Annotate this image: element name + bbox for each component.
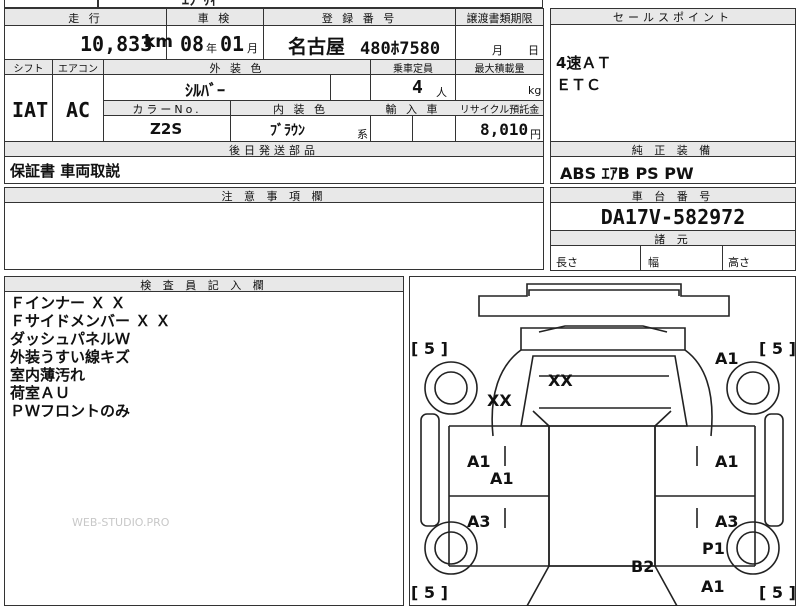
damage-mark: A1 bbox=[490, 469, 514, 488]
aircon-label: エアコン bbox=[58, 64, 98, 75]
windshield-outline bbox=[526, 565, 678, 606]
tire-mark-fl: [ 5 ] bbox=[411, 583, 448, 602]
inspector-note: Ｆサイドメンバー Ｘ Ｘ bbox=[10, 312, 171, 330]
sales-point-header: セールスポイント bbox=[551, 9, 795, 25]
color-no-value: Z2S bbox=[150, 120, 183, 138]
genuine-equipment-header: 純 正 装 備 bbox=[551, 142, 795, 157]
length-label: 長さ bbox=[556, 256, 578, 269]
inspection-label: 車 検 bbox=[197, 12, 233, 25]
year-unit: 年 bbox=[206, 42, 217, 55]
recycle-label: リサイクル預託金 bbox=[459, 105, 540, 116]
mileage-unit: km bbox=[144, 32, 174, 52]
tire-mark-rr: [ 5 ] bbox=[759, 339, 796, 358]
inspector-notes-header: 検 査 員 記 入 欄 bbox=[5, 277, 403, 292]
top-strip-left bbox=[4, 0, 98, 8]
transfer-deadline-label: 譲渡書類期限 bbox=[466, 12, 533, 25]
chassis-header: 車 台 番 号 bbox=[551, 188, 795, 203]
color-no-label: カラーNo. bbox=[132, 103, 202, 116]
deadline-month-unit: 月 bbox=[492, 44, 503, 57]
damage-mark: XX bbox=[548, 371, 573, 390]
damage-mark: P1 bbox=[702, 539, 725, 558]
width-label: 幅 bbox=[648, 256, 659, 269]
capacity-value: 4 bbox=[412, 77, 423, 98]
chassis-number-value: DA17V-582972 bbox=[600, 205, 746, 229]
inspector-note: 室内薄汚れ bbox=[10, 366, 86, 384]
deadline-day-unit: 日 bbox=[528, 44, 539, 57]
yen-unit: 円 bbox=[530, 128, 541, 141]
caution-header: 注 意 事 項 欄 bbox=[5, 188, 543, 203]
max-load-unit: kg bbox=[528, 84, 542, 97]
tire-mark-fr: [ 5 ] bbox=[759, 583, 796, 602]
sales-point-1: 4速ＡＴ bbox=[556, 54, 612, 72]
inspector-note: ＰＷフロントのみ bbox=[10, 402, 131, 420]
inspector-note: ダッシュパネルＷ bbox=[10, 330, 131, 348]
genuine-equipment-value: ABS ｴｱB PS PW bbox=[560, 164, 694, 183]
damage-mark: A3 bbox=[715, 512, 739, 531]
inspector-notes-list: Ｆインナー Ｘ Ｘ Ｆサイドメンバー Ｘ Ｘ ダッシュパネルＷ 外装うすい線キズ… bbox=[10, 294, 170, 420]
capacity-label: 乗車定員 bbox=[393, 64, 433, 75]
shift-value: IAT bbox=[12, 98, 49, 122]
recycle-fee-value: 8,010 bbox=[480, 120, 529, 139]
damage-mark: A1 bbox=[715, 452, 739, 471]
sales-point-2: ＥＴＣ bbox=[556, 76, 602, 94]
inspection-year: 08 bbox=[180, 32, 205, 56]
exterior-color-value: ｼﾙﾊﾞｰ bbox=[185, 81, 226, 100]
top-strip-mid bbox=[98, 0, 543, 8]
mileage-label: 走 行 bbox=[68, 12, 103, 25]
import-label: 輸 入 車 bbox=[385, 103, 441, 116]
damage-mark: A1 bbox=[701, 577, 725, 596]
shipping-parts-value: 保証書 車両取説 bbox=[10, 162, 121, 180]
inspection-month: 01 bbox=[220, 32, 245, 56]
month-unit: 月 bbox=[247, 42, 258, 55]
mileage-value: 10,833 bbox=[80, 32, 153, 56]
aircon-value: AC bbox=[66, 98, 91, 122]
damage-mark: A3 bbox=[467, 512, 491, 531]
interior-color-label: 内 装 色 bbox=[273, 103, 328, 116]
damage-mark: B2 bbox=[631, 557, 654, 576]
roof-outline bbox=[520, 355, 688, 427]
plate-number: 480ﾎ7580 bbox=[360, 39, 441, 59]
rear-bumper-outline bbox=[478, 283, 730, 317]
max-load-label: 最大積載量 bbox=[474, 64, 525, 75]
watermark: WEB-STUDIO.PRO bbox=[72, 516, 170, 529]
interior-color-value: ﾌﾞﾗｳﾝ bbox=[270, 123, 305, 139]
inspector-note: 外装うすい線キズ bbox=[10, 348, 131, 366]
height-label: 高さ bbox=[728, 256, 750, 269]
car-diagram: [ 5 ] [ 5 ] [ 5 ] [ 5 ] A1 XX XX A1 A1 A… bbox=[411, 283, 796, 606]
interior-suffix: 系 bbox=[357, 128, 368, 141]
damage-mark: XX bbox=[487, 391, 512, 410]
registration-label: 登 録 番 号 bbox=[321, 12, 398, 25]
shift-label: シフト bbox=[13, 64, 44, 75]
damage-mark: A1 bbox=[467, 452, 491, 471]
tailgate-outline bbox=[520, 327, 686, 351]
shipping-parts-header: 後日発送部品 bbox=[5, 142, 543, 157]
inspector-note: 荷室ＡＵ bbox=[10, 384, 71, 402]
inspector-note: Ｆインナー Ｘ Ｘ bbox=[10, 294, 126, 312]
plate-region: 名古屋 bbox=[288, 36, 346, 58]
tire-mark-rl: [ 5 ] bbox=[411, 339, 448, 358]
capacity-unit: 人 bbox=[436, 86, 447, 99]
exterior-color-label: 外 装 色 bbox=[209, 62, 265, 75]
center-roof-outline bbox=[548, 425, 656, 567]
dimensions-header: 諸 元 bbox=[551, 231, 795, 246]
damage-mark: A1 bbox=[715, 349, 739, 368]
